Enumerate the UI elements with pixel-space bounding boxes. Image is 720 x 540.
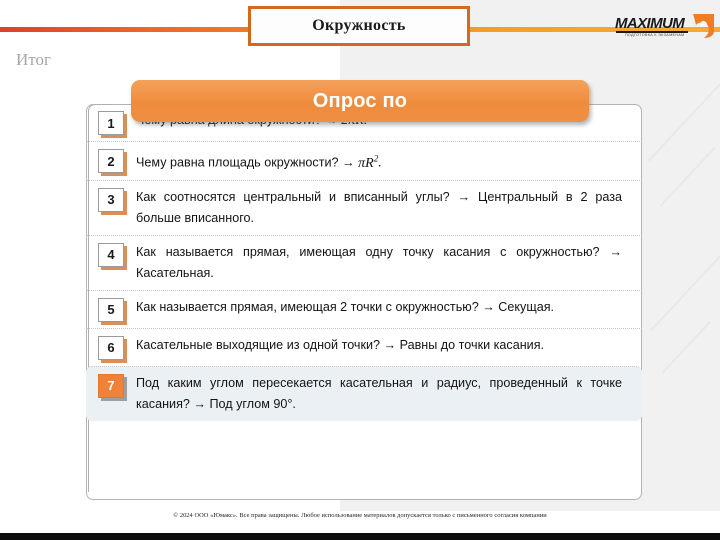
question-number-badge: 6 [98,335,124,360]
logo-flag-icon [693,14,714,38]
question-number-badge-wrap: 1 [86,110,136,135]
slide-title: Окружность [312,17,406,34]
logo-wordmark: MAXIMUM [615,15,685,32]
question-number-badge: 2 [98,149,124,173]
question-text-main: Под каким углом пересекается касательная… [136,375,622,411]
logo-tagline: ПОДГОТОВКА К ЭКЗАМЕНАМ [625,33,685,38]
question-row: 2 Чему равна площадь окружности? → πR2. [86,141,642,180]
question-row: 5 Как называется прямая, имеющая 2 точки … [86,289,642,328]
question-formula: πR2 [358,153,378,171]
question-number-badge-wrap: 6 [86,335,136,360]
question-text: Чему равна площадь окружности? → πR2. [136,148,626,174]
brand-logo: MAXIMUM ПОДГОТОВКА К ЭКЗАМЕНАМ [615,13,717,43]
question-number-badge-wrap: 3 [86,187,136,212]
question-text-main: Как называется прямая, имеющая 2 точки с… [136,299,555,314]
question-text-main: Как называется прямая, имеющая одну точк… [136,244,622,280]
section-banner: Опрос по [131,80,589,122]
section-label: Итог [16,50,51,69]
formula-base: πR [358,155,374,171]
question-text: Под каким углом пересекается касательная… [136,373,626,415]
question-number-badge: 5 [98,297,124,322]
question-text-main: Чему равна площадь окружности? → [136,155,359,170]
question-row: 6 Касательные выходящие из одной точки? →… [86,327,642,366]
section-banner-label: Опрос по [312,89,408,112]
question-number-badge: 4 [98,242,124,267]
question-number-badge: 3 [98,187,124,212]
question-text-main: Как соотносятся центральный и вписанный … [136,189,622,225]
question-row: 3 Как соотносятся центральный и вписанный… [86,179,642,235]
question-text: Как соотносятся центральный и вписанный … [136,187,626,229]
question-number-badge-wrap: 4 [86,242,136,267]
question-text-main: Касательные выходящие из одной точки? → … [136,337,545,352]
question-number-badge-wrap: 2 [86,148,136,173]
question-text: Касательные выходящие из одной точки? → … [136,335,626,356]
footer-bar [0,533,720,540]
slide-title-box: Окружность [248,6,470,46]
question-number-badge-wrap: 5 [86,297,136,322]
question-list: 1Чему равна длина окружности? → 2πR.2Чем… [86,104,642,421]
footer-copyright: © 2024 ООО «Юмакс». Все права защищены. … [173,512,547,519]
question-text: Как называется прямая, имеющая одну точк… [136,242,626,284]
question-number-badge: 1 [98,111,124,135]
question-row: 4 Как называется прямая, имеющая одну точ… [86,234,642,290]
question-number-badge: 7 [98,373,124,398]
question-text-tail: . [378,155,382,171]
question-number-badge-wrap: 7 [86,373,136,398]
question-row: 7 Под каким углом пересекается касательна… [86,365,642,421]
slide-canvas: Окружность MAXIMUM ПОДГОТОВКА К ЭКЗАМЕНА… [0,0,720,540]
question-text: Как называется прямая, имеющая 2 точки с… [136,297,626,318]
